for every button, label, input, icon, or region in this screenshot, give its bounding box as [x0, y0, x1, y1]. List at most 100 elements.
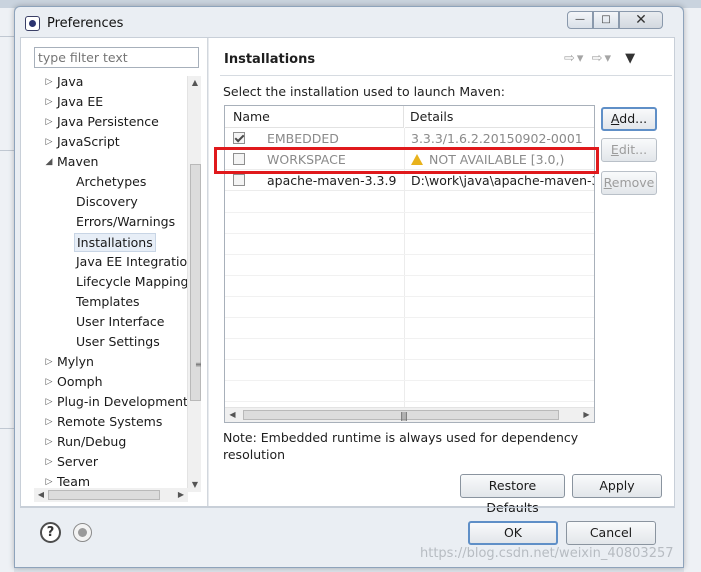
- collapsed-arrow-icon[interactable]: ▷: [44, 412, 54, 432]
- scroll-right-icon[interactable]: ▶: [174, 488, 188, 502]
- tree-item-label: Run/Debug: [57, 434, 127, 449]
- table-empty-row-line: [225, 212, 594, 213]
- ok-button[interactable]: OK: [468, 521, 558, 545]
- table-row[interactable]: EMBEDDED 3.3.3/1.6.2.20150902-0001: [225, 128, 594, 149]
- collapsed-arrow-icon[interactable]: ▷: [44, 352, 54, 372]
- tree-item-label: Errors/Warnings: [76, 214, 176, 229]
- title-bar: Preferences — □ ✕: [15, 7, 683, 37]
- installation-checkbox[interactable]: [233, 174, 245, 186]
- collapsed-arrow-icon[interactable]: ▷: [44, 392, 54, 412]
- tree-item-discovery[interactable]: Discovery: [34, 192, 200, 212]
- collapsed-arrow-icon[interactable]: ▷: [44, 372, 54, 392]
- collapsed-arrow-icon[interactable]: ▷: [44, 72, 54, 92]
- tree-item-java-ee-integration[interactable]: Java EE Integration: [34, 252, 200, 272]
- pane-sash[interactable]: [207, 38, 209, 506]
- collapsed-arrow-icon[interactable]: ▷: [44, 92, 54, 112]
- minimize-button[interactable]: —: [567, 11, 593, 29]
- footer-separator: [20, 507, 675, 508]
- tree-item-java-persistence[interactable]: ▷ Java Persistence: [34, 112, 200, 132]
- collapsed-arrow-icon[interactable]: ▷: [44, 112, 54, 132]
- tree-item-errors-warnings[interactable]: Errors/Warnings: [34, 212, 200, 232]
- tree-item-label: Discovery: [76, 194, 138, 209]
- back-dropdown-icon[interactable]: ▾: [577, 51, 586, 66]
- back-arrow-icon[interactable]: ⇨: [564, 51, 577, 66]
- tree-item-label: Plug-in Development: [57, 394, 188, 409]
- collapsed-arrow-icon[interactable]: ▷: [44, 452, 54, 472]
- apply-label: Apply: [599, 478, 635, 493]
- tree-item-plug-in-development[interactable]: ▷ Plug-in Development: [34, 392, 200, 412]
- tree-item-label: Java Persistence: [57, 114, 159, 129]
- table-empty-row-line: [225, 296, 594, 297]
- embedded-note: Note: Embedded runtime is always used fo…: [223, 430, 579, 462]
- installation-name: EMBEDDED: [267, 131, 339, 146]
- scroll-left-icon[interactable]: ◀: [34, 488, 48, 502]
- cancel-label: Cancel: [589, 525, 633, 540]
- scroll-down-icon[interactable]: ▼: [188, 478, 202, 492]
- preference-tree: ▷ Java ▷ Java EE ▷ Java Persistence ▷ JavaScrip…: [34, 72, 200, 502]
- tree-item-javascript[interactable]: ▷ JavaScript: [34, 132, 200, 152]
- tree-item-server[interactable]: ▷ Server: [34, 452, 200, 472]
- maximize-button[interactable]: □: [593, 11, 619, 29]
- installation-name: apache-maven-3.3.9: [267, 173, 397, 188]
- tree-item-user-settings[interactable]: User Settings: [34, 332, 200, 352]
- ok-label: OK: [503, 525, 523, 540]
- table-empty-row-line: [225, 359, 594, 360]
- tree-item-templates[interactable]: Templates: [34, 292, 200, 312]
- tree-item-maven[interactable]: ◢ Maven: [34, 152, 200, 172]
- tree-item-label: Installations: [74, 233, 156, 252]
- tree-item-label: Archetypes: [76, 174, 147, 189]
- instruction-text: Select the installation used to launch M…: [223, 84, 505, 99]
- table-horizontal-scrollbar[interactable]: ◀ ‖‖ ▶: [225, 407, 594, 422]
- tree-item-label: Templates: [76, 294, 140, 309]
- scroll-thumb[interactable]: [48, 490, 160, 500]
- tree-item-java-ee[interactable]: ▷ Java EE: [34, 92, 200, 112]
- help-icon[interactable]: ?: [40, 522, 61, 543]
- preferences-dialog: Preferences — □ ✕ ▷Java▷Java EE▷Java Per…: [14, 6, 684, 568]
- page-title: Installations: [224, 52, 316, 67]
- background-right-editor: [684, 8, 701, 572]
- restore-defaults-label: Restore Defaults: [486, 478, 539, 515]
- forward-arrow-icon[interactable]: ⇨: [592, 51, 605, 66]
- tree-item-label: User Settings: [76, 334, 160, 349]
- tree-item-java[interactable]: ▷ Java: [34, 72, 200, 92]
- scroll-right-icon[interactable]: ▶: [579, 408, 594, 422]
- remove-button[interactable]: Remove: [601, 171, 657, 195]
- tree-item-label: Server: [57, 454, 98, 469]
- tree-item-run-debug[interactable]: ▷ Run/Debug: [34, 432, 200, 452]
- scroll-up-icon[interactable]: ▲: [188, 76, 202, 90]
- table-empty-row-line: [225, 338, 594, 339]
- tree-item-label: Java: [57, 74, 84, 89]
- tree-item-user-interface[interactable]: User Interface: [34, 312, 200, 332]
- edit-button-label: Edit...: [610, 142, 648, 157]
- column-header-details[interactable]: Details: [405, 106, 594, 128]
- tree-item-mylyn[interactable]: ▷ Mylyn: [34, 352, 200, 372]
- tree-item-label: JavaScript: [57, 134, 120, 149]
- column-header-name[interactable]: Name: [225, 106, 404, 128]
- tree-horizontal-scrollbar[interactable]: ◀ ▶: [34, 488, 188, 502]
- forward-dropdown-icon[interactable]: ▾: [604, 51, 613, 66]
- filter-input[interactable]: [34, 47, 199, 68]
- expanded-arrow-icon[interactable]: ◢: [44, 152, 54, 172]
- collapsed-arrow-icon[interactable]: ▷: [44, 432, 54, 452]
- tree-item-archetypes[interactable]: Archetypes: [34, 172, 200, 192]
- scroll-thumb[interactable]: ‖‖: [243, 410, 559, 422]
- add-button[interactable]: Add...: [601, 107, 657, 131]
- restore-defaults-button[interactable]: Restore Defaults: [460, 474, 565, 515]
- table-empty-row-line: [225, 317, 594, 318]
- tree-item-installations[interactable]: Installations: [34, 232, 200, 252]
- tree-item-oomph[interactable]: ▷ Oomph: [34, 372, 200, 392]
- collapsed-arrow-icon[interactable]: ▷: [44, 132, 54, 152]
- installation-details: D:\work\java\apache-maven-3.3: [411, 173, 595, 188]
- tree-item-remote-systems[interactable]: ▷ Remote Systems: [34, 412, 200, 432]
- tree-item-lifecycle-mapping[interactable]: Lifecycle Mapping: [34, 272, 200, 292]
- scroll-left-icon[interactable]: ◀: [225, 408, 240, 422]
- edit-button[interactable]: Edit...: [601, 138, 657, 162]
- installation-checkbox[interactable]: [233, 132, 245, 144]
- view-menu-icon[interactable]: ▼: [625, 51, 637, 66]
- record-preferences-icon[interactable]: [73, 523, 92, 542]
- tree-vertical-scrollbar[interactable]: ▲ ≡ ▼: [187, 76, 202, 492]
- scroll-thumb[interactable]: ≡: [190, 164, 202, 401]
- close-button[interactable]: ✕: [619, 11, 663, 29]
- apply-button[interactable]: Apply: [572, 474, 662, 498]
- cancel-button[interactable]: Cancel: [566, 521, 656, 545]
